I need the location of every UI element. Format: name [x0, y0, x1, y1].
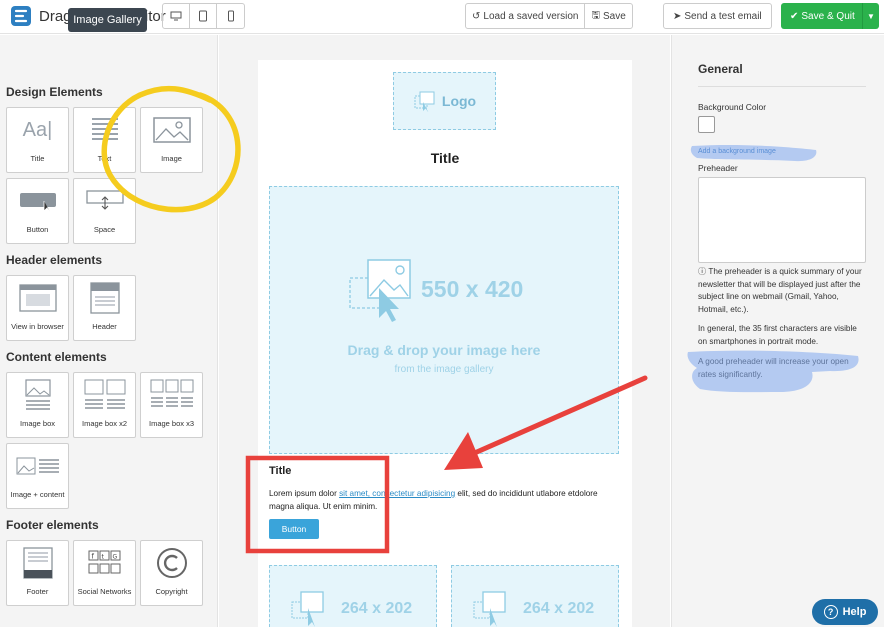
element-tile-image-box[interactable]: Image box: [6, 372, 69, 438]
section-title-header: Header elements: [6, 253, 103, 267]
section-divider: [698, 86, 866, 87]
background-color-label: Background Color: [698, 102, 767, 112]
desktop-icon: [170, 11, 182, 21]
section-title-footer: Footer elements: [6, 518, 99, 532]
button-icon: [19, 193, 56, 213]
element-tile-social-networks[interactable]: ftG Social Networks: [73, 540, 136, 606]
image-drop-icon: [414, 91, 435, 112]
save-quit-main[interactable]: ✔ Save & Quit: [781, 3, 863, 29]
element-tile-view-in-browser[interactable]: View in browser: [6, 275, 69, 341]
image-drop-large-icon: [349, 259, 411, 322]
email-title[interactable]: Title: [258, 150, 632, 166]
settings-section-title: General: [698, 62, 743, 76]
editor-logo-icon: [11, 6, 31, 26]
copyright-icon: [156, 548, 187, 578]
caret-down-icon: ▼: [867, 11, 875, 21]
question-icon: ?: [823, 605, 838, 619]
main-image-placeholder[interactable]: [269, 186, 619, 454]
info-icon: ⓘ: [698, 267, 709, 276]
element-tile-header[interactable]: Header: [73, 275, 136, 341]
element-tile-button[interactable]: Button: [6, 178, 69, 244]
text-lines-icon: [91, 118, 118, 140]
image-gallery-button[interactable]: Image Gallery: [68, 8, 147, 32]
version-save-group: ↺ Load a saved version 🖫 Save: [465, 3, 633, 29]
paper-plane-icon: ➤: [673, 10, 682, 22]
content-link[interactable]: sit amet, consectetur adipisicing: [339, 489, 455, 498]
add-background-image-link[interactable]: Add a background image: [698, 148, 776, 155]
background-color-swatch[interactable]: [698, 116, 715, 133]
tablet-view-button[interactable]: [190, 4, 217, 28]
element-tile-image-box-x3[interactable]: Image box x3: [140, 372, 203, 438]
header-layout-icon: [89, 282, 120, 314]
small-image-size-2: 264 x 202: [523, 600, 595, 617]
device-switcher: [162, 3, 245, 29]
preheader-info-tip: A good preheader will increase your open…: [698, 357, 849, 379]
small-image-size-1: 264 x 202: [341, 600, 413, 617]
main-image-size: 550 x 420: [421, 276, 524, 302]
preheader-info-smartphones: In general, the 35 first characters are …: [698, 324, 857, 346]
element-tile-copyright[interactable]: Copyright: [140, 540, 203, 606]
image-box-x3-icon: [150, 379, 193, 407]
save-quit-button[interactable]: ✔ Save & Quit ▼: [781, 3, 879, 29]
svg-text:G: G: [112, 554, 117, 561]
section-title-design: Design Elements: [6, 85, 103, 99]
element-tile-text[interactable]: Text: [73, 107, 136, 173]
svg-text:f: f: [91, 553, 94, 561]
element-tile-image[interactable]: Image: [140, 107, 203, 173]
email-cta-button[interactable]: Button: [269, 519, 319, 539]
drag-drop-text: Drag & drop your image here: [347, 342, 541, 358]
image-box-x2-icon: [84, 379, 125, 409]
save-button[interactable]: 🖫 Save: [585, 4, 631, 28]
preheader-textarea[interactable]: [698, 177, 866, 263]
help-button[interactable]: ? Help: [812, 599, 878, 625]
content-block-title[interactable]: Title: [269, 465, 291, 477]
preheader-info-text: ⓘ The preheader is a quick summary of yo…: [698, 267, 862, 314]
image-box-icon: [24, 379, 51, 410]
section-title-content: Content elements: [6, 350, 107, 364]
image-drop-small-icon: [473, 591, 506, 627]
content-block-text[interactable]: Lorem ipsum dolor sit amet, consectetur …: [269, 487, 599, 513]
send-test-group: ➤ Send a test email: [663, 3, 772, 29]
mobile-icon: [227, 10, 234, 22]
image-icon: [152, 117, 191, 143]
title-icon: Aa|: [22, 118, 53, 141]
load-saved-version-button[interactable]: ↺ Load a saved version: [466, 4, 586, 28]
check-icon: ✔: [790, 10, 799, 22]
element-tile-footer[interactable]: Footer: [6, 540, 69, 606]
space-icon: [85, 190, 124, 210]
logo-placeholder[interactable]: Logo: [393, 72, 496, 130]
image-content-icon: [16, 457, 59, 475]
mobile-view-button[interactable]: [217, 4, 244, 28]
tablet-icon: [199, 10, 207, 22]
save-quit-dropdown-toggle[interactable]: ▼: [863, 12, 879, 21]
element-tile-image-content[interactable]: Image + content: [6, 443, 69, 509]
image-drop-small-icon: [291, 591, 324, 627]
desktop-view-button[interactable]: [163, 4, 190, 28]
social-networks-icon: ft G: [88, 550, 120, 574]
preheader-label: Preheader: [698, 163, 738, 173]
browser-window-icon: [18, 284, 57, 312]
element-tile-space[interactable]: Space: [73, 178, 136, 244]
element-tile-image-box-x2[interactable]: Image box x2: [73, 372, 136, 438]
footer-layout-icon: [22, 547, 53, 579]
history-icon: ↺: [472, 10, 481, 22]
floppy-icon: 🖫: [591, 9, 600, 21]
drag-drop-subtext: from the image gallery: [394, 364, 494, 375]
send-test-email-button[interactable]: ➤ Send a test email: [664, 4, 771, 28]
element-tile-title[interactable]: Aa| Title: [6, 107, 69, 173]
svg-text:t: t: [101, 554, 104, 561]
